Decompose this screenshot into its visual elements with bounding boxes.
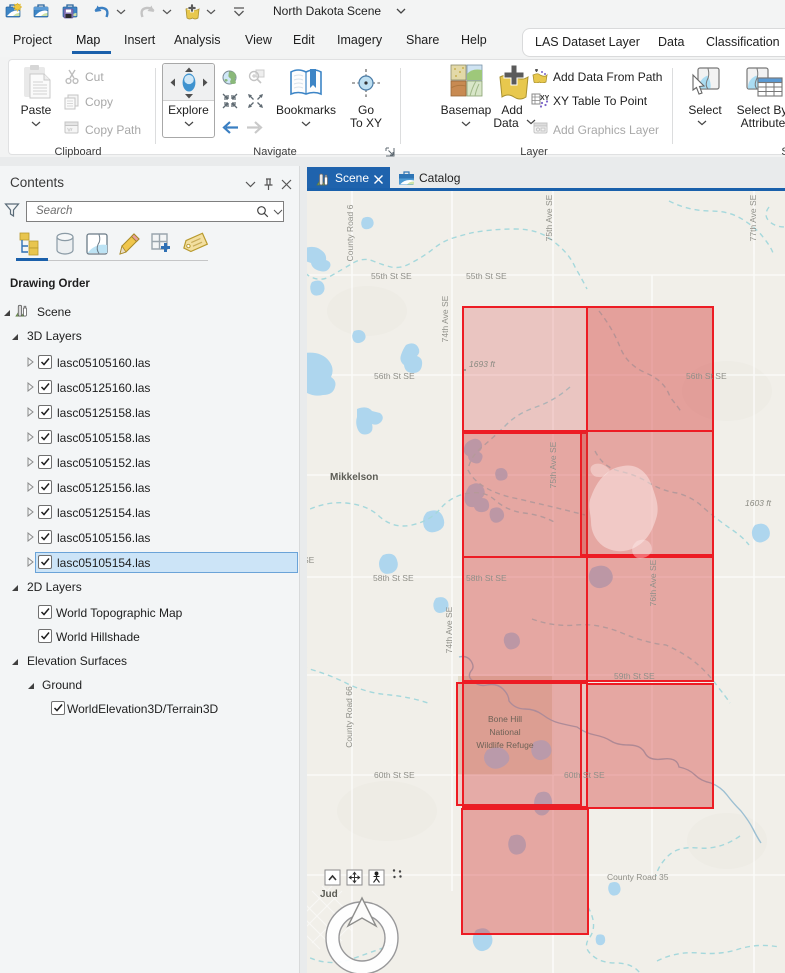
- svg-text:60th St SE: 60th St SE: [374, 770, 415, 780]
- svg-text:76th Ave SE: 76th Ave SE: [648, 559, 658, 606]
- svg-text:58th St SE: 58th St SE: [373, 573, 414, 583]
- svg-text:1603 ft: 1603 ft: [745, 498, 772, 508]
- svg-text:Wildlife Refuge: Wildlife Refuge: [476, 740, 533, 750]
- svg-text:56th St SE: 56th St SE: [374, 371, 415, 381]
- svg-text:75th Ave SE: 75th Ave SE: [548, 441, 558, 488]
- svg-text:Mikkelson: Mikkelson: [330, 472, 378, 483]
- svg-text:59th St SE: 59th St SE: [614, 671, 655, 681]
- svg-text:56th St SE: 56th St SE: [686, 371, 727, 381]
- svg-text:SE: SE: [307, 555, 315, 565]
- svg-text:County Road 35: County Road 35: [607, 872, 669, 882]
- svg-text:National: National: [489, 727, 520, 737]
- svg-text:Jud: Jud: [320, 889, 338, 900]
- svg-text:County Road 6: County Road 6: [345, 204, 355, 261]
- svg-text:77th Ave SE: 77th Ave SE: [748, 194, 758, 241]
- svg-text:60th St SE: 60th St SE: [564, 770, 605, 780]
- svg-text:74th Ave SE: 74th Ave SE: [444, 606, 454, 653]
- svg-text:55th St SE: 55th St SE: [371, 271, 412, 281]
- svg-text:74th Ave SE: 74th Ave SE: [440, 295, 450, 342]
- svg-text:County Road 66: County Road 66: [344, 686, 354, 748]
- svg-text:75th Ave SE: 75th Ave SE: [544, 194, 554, 241]
- svg-text:1693 ft: 1693 ft: [469, 359, 496, 369]
- svg-text:58th St SE: 58th St SE: [466, 573, 507, 583]
- svg-text:55th St SE: 55th St SE: [466, 271, 507, 281]
- svg-text:Bone Hill: Bone Hill: [488, 714, 522, 724]
